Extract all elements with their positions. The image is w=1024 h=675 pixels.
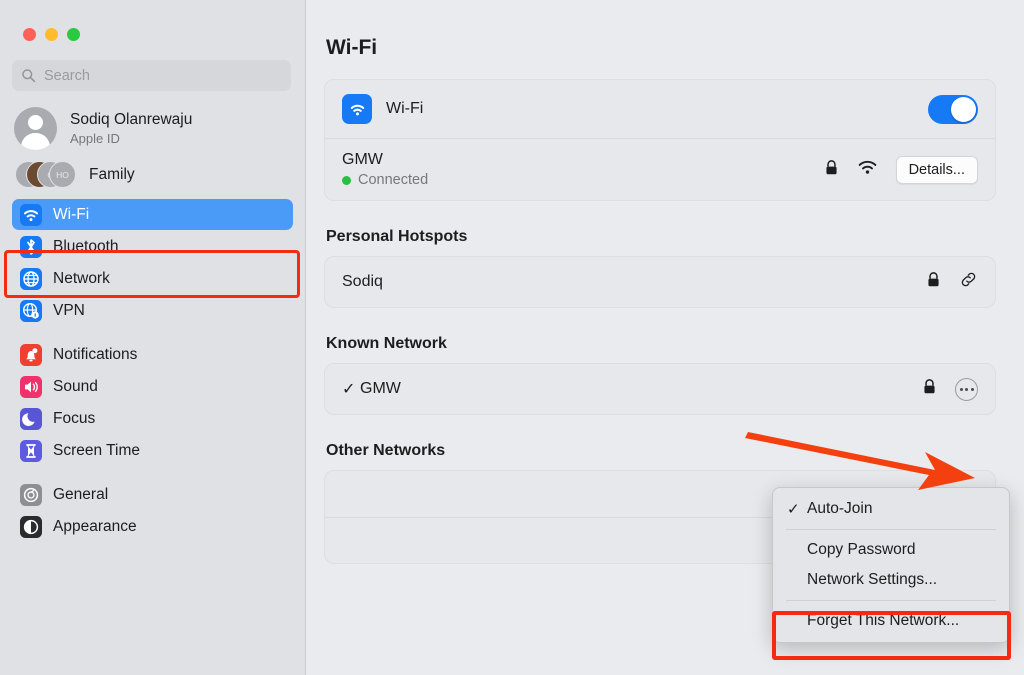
sidebar-item-screen-time[interactable]: Screen Time [12, 435, 293, 466]
zoom-button[interactable] [67, 28, 80, 41]
network-context-menu: ✓ Auto-Join Copy Password Network Settin… [772, 487, 1010, 643]
sidebar-item-label: Network [53, 269, 110, 287]
sidebar-item-label: Appearance [53, 517, 137, 535]
menu-item-label: Copy Password [807, 541, 916, 558]
wifi-icon [20, 203, 42, 226]
sidebar-item-appearance[interactable]: Appearance [12, 511, 293, 542]
known-network-card: ✓ GMW [324, 363, 996, 415]
status-dot [342, 175, 351, 185]
account-subtitle: Apple ID [70, 130, 120, 146]
connected-network-name: GMW [342, 151, 383, 168]
wifi-toggle-switch[interactable] [928, 94, 978, 124]
sidebar-item-sound[interactable]: Sound [12, 371, 293, 402]
page-title: Wi-Fi [326, 36, 378, 59]
known-network-title: Known Network [326, 335, 447, 352]
search-input[interactable] [44, 67, 282, 84]
menu-item-label: Auto-Join [807, 500, 873, 517]
wifi-row-label: Wi-Fi [386, 100, 424, 117]
sidebar-item-vpn[interactable]: VPN [12, 295, 293, 326]
hotspot-row[interactable]: Sodiq [325, 257, 995, 307]
appearance-icon [20, 515, 42, 538]
sidebar-item-label: VPN [53, 301, 85, 319]
account-name: Sodiq Olanrewaju [70, 110, 193, 128]
family-label: Family [89, 165, 135, 183]
sidebar-item-label: Notifications [53, 345, 138, 363]
personal-hotspots-title: Personal Hotspots [326, 228, 468, 245]
link-icon [959, 270, 978, 294]
sidebar-item-label: Wi-Fi [53, 205, 90, 223]
lock-icon [824, 159, 839, 181]
hotspot-name: Sodiq [342, 273, 383, 290]
sidebar-item-general[interactable]: General [12, 479, 293, 510]
sidebar-item-label: Bluetooth [53, 237, 119, 255]
speaker-icon [20, 375, 42, 398]
avatar [14, 107, 57, 150]
wifi-toggle-row: Wi-Fi [325, 80, 995, 138]
sidebar-group-divider [0, 467, 305, 479]
family-avatar-stack: C C HO [15, 161, 77, 188]
menu-item-auto-join[interactable]: ✓ Auto-Join [773, 494, 1009, 524]
gear-icon [20, 483, 42, 506]
menu-item-copy-password[interactable]: Copy Password [773, 535, 1009, 565]
check-icon: ✓ [342, 381, 356, 398]
sidebar-item-label: Sound [53, 377, 98, 395]
status-text: Connected [358, 172, 429, 188]
sidebar-item-bluetooth[interactable]: Bluetooth [12, 231, 293, 262]
sidebar-item-wifi[interactable]: Wi-Fi [12, 199, 293, 230]
known-network-name: GMW [360, 380, 401, 397]
sidebar-item-family[interactable]: C C HO Family [15, 161, 305, 188]
wifi-card: Wi-Fi GMW Connected Details... [324, 79, 996, 201]
lock-icon [926, 271, 941, 293]
family-avatar-4: HO [49, 161, 76, 188]
menu-item-label: Network Settings... [807, 571, 938, 588]
close-button[interactable] [23, 28, 36, 41]
details-button[interactable]: Details... [895, 155, 978, 184]
connected-network-status: Connected [342, 172, 428, 188]
check-icon: ✓ [787, 501, 800, 518]
more-ellipsis-icon[interactable] [955, 377, 978, 401]
bell-icon [20, 343, 42, 366]
bluetooth-icon [20, 235, 42, 258]
known-network-row[interactable]: ✓ GMW [325, 364, 995, 414]
lock-icon [922, 378, 937, 400]
sidebar-item-focus[interactable]: Focus [12, 403, 293, 434]
sidebar-item-network[interactable]: Network [12, 263, 293, 294]
menu-item-network-settings[interactable]: Network Settings... [773, 565, 1009, 595]
other-networks-title: Other Networks [326, 442, 446, 459]
sidebar-nav: Wi-Fi Bluetooth Network VPN Notification… [0, 199, 305, 542]
personal-hotspots-card: Sodiq [324, 256, 996, 308]
menu-item-label: Forget This Network... [807, 612, 960, 629]
sidebar-group-divider [0, 327, 305, 339]
minimize-button[interactable] [45, 28, 58, 41]
apple-id-account-item[interactable]: Sodiq Olanrewaju Apple ID [14, 107, 305, 150]
wifi-icon [342, 94, 372, 124]
search-icon [21, 68, 36, 83]
sidebar: Sodiq Olanrewaju Apple ID C C HO Family [0, 0, 306, 675]
wifi-signal-icon [857, 160, 878, 180]
sidebar-item-label: Screen Time [53, 441, 141, 459]
sidebar-item-label: Focus [53, 409, 96, 427]
sidebar-item-label: General [53, 485, 109, 503]
search-field[interactable] [12, 60, 291, 91]
system-settings-window: Sodiq Olanrewaju Apple ID C C HO Family [0, 0, 1024, 675]
menu-item-forget-this-network[interactable]: Forget This Network... [773, 606, 1009, 636]
hourglass-icon [20, 439, 42, 462]
sidebar-item-notifications[interactable]: Notifications [12, 339, 293, 370]
window-traffic-lights [0, 0, 305, 41]
menu-separator [786, 600, 996, 601]
menu-separator [786, 529, 996, 530]
globe-icon [20, 267, 42, 290]
vpn-globe-icon [20, 299, 42, 322]
connected-network-row: GMW Connected Details... [325, 138, 995, 200]
moon-icon [20, 407, 42, 430]
